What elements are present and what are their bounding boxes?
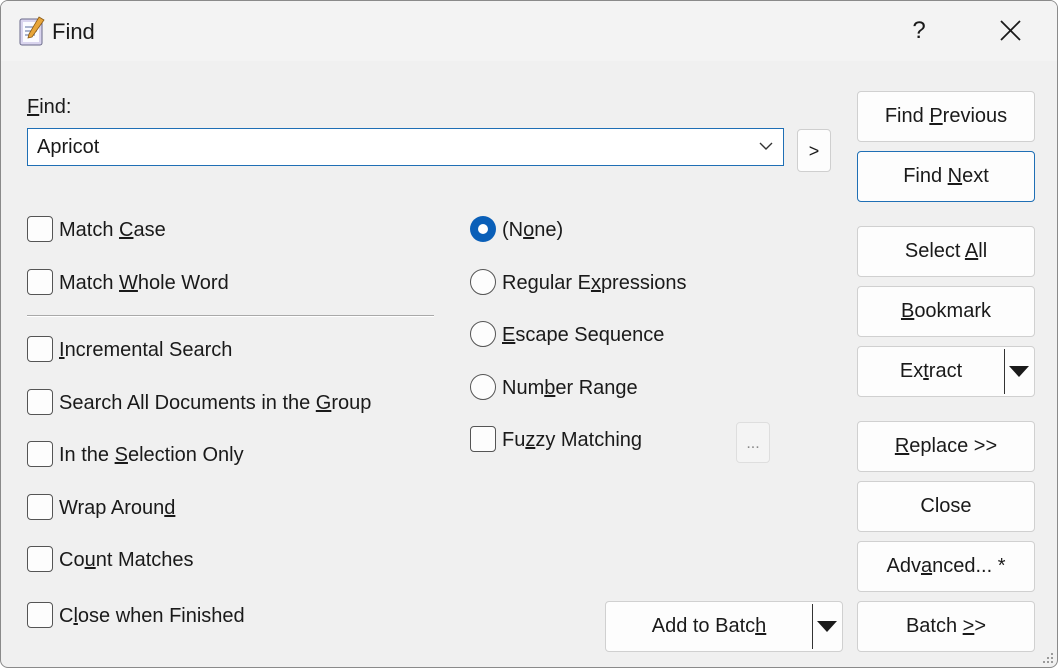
find-dialog: Find ? Find: > Match Case Match Whole Wo… (0, 0, 1058, 668)
split-divider (812, 604, 813, 649)
close-when-finished-checkbox[interactable] (27, 602, 53, 628)
bookmark-button[interactable]: Bookmark (857, 286, 1035, 337)
count-matches-checkbox[interactable] (27, 546, 53, 572)
close-when-finished-label: Close when Finished (59, 605, 245, 627)
mode-none-label: (None) (502, 219, 564, 241)
regular-expressions-label: Regular Expressions (502, 272, 687, 294)
find-input[interactable] (28, 129, 748, 165)
extract-button[interactable]: Extract (858, 347, 1004, 396)
regular-expressions-radio[interactable] (470, 269, 496, 295)
close-window-icon[interactable] (989, 11, 1031, 51)
fuzzy-settings-button[interactable]: ... (736, 422, 770, 463)
count-matches-label: Count Matches (59, 549, 194, 571)
search-all-documents-label: Search All Documents in the Group (59, 392, 372, 414)
match-whole-word-checkbox[interactable] (27, 269, 53, 295)
insert-special-button[interactable]: > (797, 129, 831, 172)
find-label: Find: (27, 96, 72, 118)
resize-grip-icon[interactable] (1042, 652, 1054, 664)
advanced-button[interactable]: Advanced... * (857, 541, 1035, 592)
window-title: Find (52, 19, 95, 44)
match-case-checkbox[interactable] (27, 216, 53, 242)
find-previous-button[interactable]: Find Previous (857, 91, 1035, 142)
match-case-label: Match Case (59, 219, 166, 241)
incremental-search-label: Incremental Search (59, 339, 233, 361)
wrap-around-label: Wrap Around (59, 497, 176, 519)
number-range-radio[interactable] (470, 374, 496, 400)
close-button[interactable]: Close (857, 481, 1035, 532)
selection-only-label: In the Selection Only (59, 444, 244, 466)
mode-none-radio[interactable] (470, 216, 496, 242)
help-button[interactable]: ? (899, 13, 939, 49)
extract-split-button[interactable]: Extract (857, 346, 1035, 397)
dropdown-arrow-icon[interactable] (817, 621, 837, 632)
fuzzy-matching-checkbox[interactable] (470, 426, 496, 452)
incremental-search-checkbox[interactable] (27, 336, 53, 362)
chevron-down-icon[interactable] (759, 141, 773, 151)
match-whole-word-label: Match Whole Word (59, 272, 229, 294)
title-bar[interactable]: Find ? (1, 1, 1057, 61)
notepad-icon (19, 16, 45, 46)
search-all-documents-checkbox[interactable] (27, 389, 53, 415)
divider (27, 315, 434, 317)
selection-only-checkbox[interactable] (27, 441, 53, 467)
batch-toggle-button[interactable]: Batch >> (857, 601, 1035, 652)
add-to-batch-split-button[interactable]: Add to Batch (605, 601, 843, 652)
escape-sequence-label: Escape Sequence (502, 324, 665, 346)
wrap-around-checkbox[interactable] (27, 494, 53, 520)
number-range-label: Number Range (502, 377, 638, 399)
fuzzy-matching-label: Fuzzy Matching (502, 429, 643, 451)
find-combobox[interactable] (27, 128, 784, 166)
split-divider (1004, 349, 1005, 394)
dropdown-arrow-icon[interactable] (1009, 366, 1029, 377)
escape-sequence-radio[interactable] (470, 321, 496, 347)
select-all-button[interactable]: Select All (857, 226, 1035, 277)
find-next-button[interactable]: Find Next (857, 151, 1035, 202)
add-to-batch-button[interactable]: Add to Batch (606, 602, 812, 651)
replace-toggle-button[interactable]: Replace >> (857, 421, 1035, 472)
